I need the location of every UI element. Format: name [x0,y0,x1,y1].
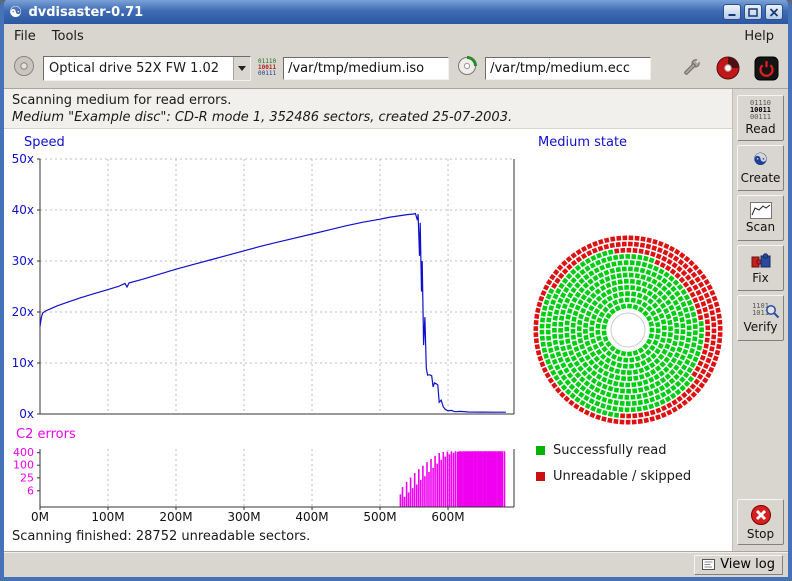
drive-select[interactable]: Optical drive 52X FW 1.02 [43,56,251,81]
legend: Successfully read Unreadable / skipped [536,437,691,489]
svg-text:10x: 10x [12,356,34,370]
svg-text:30x: 30x [12,254,34,268]
stop-button[interactable]: Stop [737,499,784,545]
menu-file[interactable]: File [6,26,44,47]
menu-help[interactable]: Help [736,26,782,47]
yin-yang-icon: ☯ [753,151,768,170]
menubar: File Tools Help [4,24,788,48]
create-button-label: Create [741,171,781,185]
chart-panel: Speed Medium state C2 errors 0M100M200M3… [4,129,732,525]
titlebar: ☯ dvdisaster-0.71 [4,0,788,24]
preferences-button[interactable] [679,56,703,80]
svg-text:400M: 400M [295,510,328,524]
read-button-label: Read [745,122,775,136]
stop-button-label: Stop [747,527,774,541]
verify-icon: 1101 1011 [752,303,769,319]
action-sidebar: 01110 10011 00111 Read ☯ Create Scan [732,89,788,551]
status-area: Scanning medium for read errors. Medium … [4,89,732,129]
svg-text:400: 400 [13,446,34,459]
quit-button[interactable] [753,55,780,82]
chevron-down-icon [233,57,250,80]
drive-icon [12,54,36,82]
verify-button-label: Verify [743,320,777,334]
svg-text:25: 25 [20,471,34,484]
iso-icon-line: 00111 [258,70,276,77]
legend-read-swatch [536,446,545,455]
maximize-icon [748,8,758,17]
menu-tools[interactable]: Tools [44,26,92,47]
iso-file-icon: 01110 10011 00111 [258,59,276,77]
wrench-icon [680,57,702,79]
legend-row-skipped: Unreadable / skipped [536,463,691,489]
read-binary-icon: 01110 10011 00111 [750,100,771,121]
scan-button[interactable]: Scan [737,195,784,241]
close-icon [769,8,779,17]
svg-text:500M: 500M [363,510,396,524]
legend-row-read: Successfully read [536,437,691,463]
status-line1: Scanning medium for read errors. [12,92,724,109]
scan-chart-icon [750,202,772,219]
svg-text:6: 6 [27,484,34,497]
svg-text:300M: 300M [227,510,260,524]
svg-text:0M: 0M [31,510,49,524]
about-button[interactable] [714,54,742,82]
ecc-path-input[interactable] [485,57,651,80]
create-button[interactable]: ☯ Create [737,145,784,191]
svg-text:100M: 100M [91,510,124,524]
app-window: ☯ dvdisaster-0.71 File Tools Help Optica… [0,0,792,581]
scan-button-label: Scan [746,220,775,234]
binary-line: 00111 [750,114,771,121]
fix-button[interactable]: Fix [737,245,784,291]
legend-skipped-label: Unreadable / skipped [553,469,691,484]
view-log-label: View log [720,557,775,572]
minimize-button[interactable] [723,4,741,20]
log-icon [702,559,715,570]
window-controls [723,4,783,20]
maximize-button[interactable] [744,4,762,20]
bottom-bar: View log [4,551,788,577]
svg-text:200M: 200M [159,510,192,524]
stop-icon [750,504,772,526]
svg-text:50x: 50x [12,152,34,166]
svg-text:0x: 0x [19,407,34,421]
medium-state-title: Medium state [538,135,627,150]
medium-state-disc [528,230,728,430]
read-button[interactable]: 01110 10011 00111 Read [737,95,784,141]
content-area: Scanning medium for read errors. Medium … [4,89,732,551]
toolbar: Optical drive 52X FW 1.02 01110 10011 00… [4,48,788,89]
power-icon [754,56,779,81]
speed-c2-chart: 0M 100M 200M 300M 400M 500M 600M 0x 10x 20x 30x 40x… [4,129,524,525]
iso-path-input[interactable] [283,57,449,80]
minimize-icon [727,8,737,17]
dvdisaster-logo-icon [715,55,741,81]
magnifier-icon [765,304,780,319]
ecc-file-icon [456,55,478,81]
drive-select-value: Optical drive 52X FW 1.02 [44,61,233,76]
fix-button-label: Fix [752,271,768,285]
legend-skipped-swatch [536,472,545,481]
legend-read-label: Successfully read [553,443,666,458]
scan-result-status: Scanning finished: 28752 unreadable sect… [4,525,732,551]
status-line2: Medium "Example disc": CD-R mode 1, 3524… [12,109,724,126]
app-icon[interactable]: ☯ [9,5,22,20]
svg-text:40x: 40x [12,203,34,217]
close-button[interactable] [765,4,783,20]
puzzle-icon [750,252,772,270]
svg-text:20x: 20x [12,305,34,319]
svg-text:100: 100 [13,459,34,472]
svg-text:600M: 600M [431,510,464,524]
view-log-button[interactable]: View log [694,555,783,575]
window-title: dvdisaster-0.71 [28,5,143,20]
verify-button[interactable]: 1101 1011 Verify [737,295,784,341]
